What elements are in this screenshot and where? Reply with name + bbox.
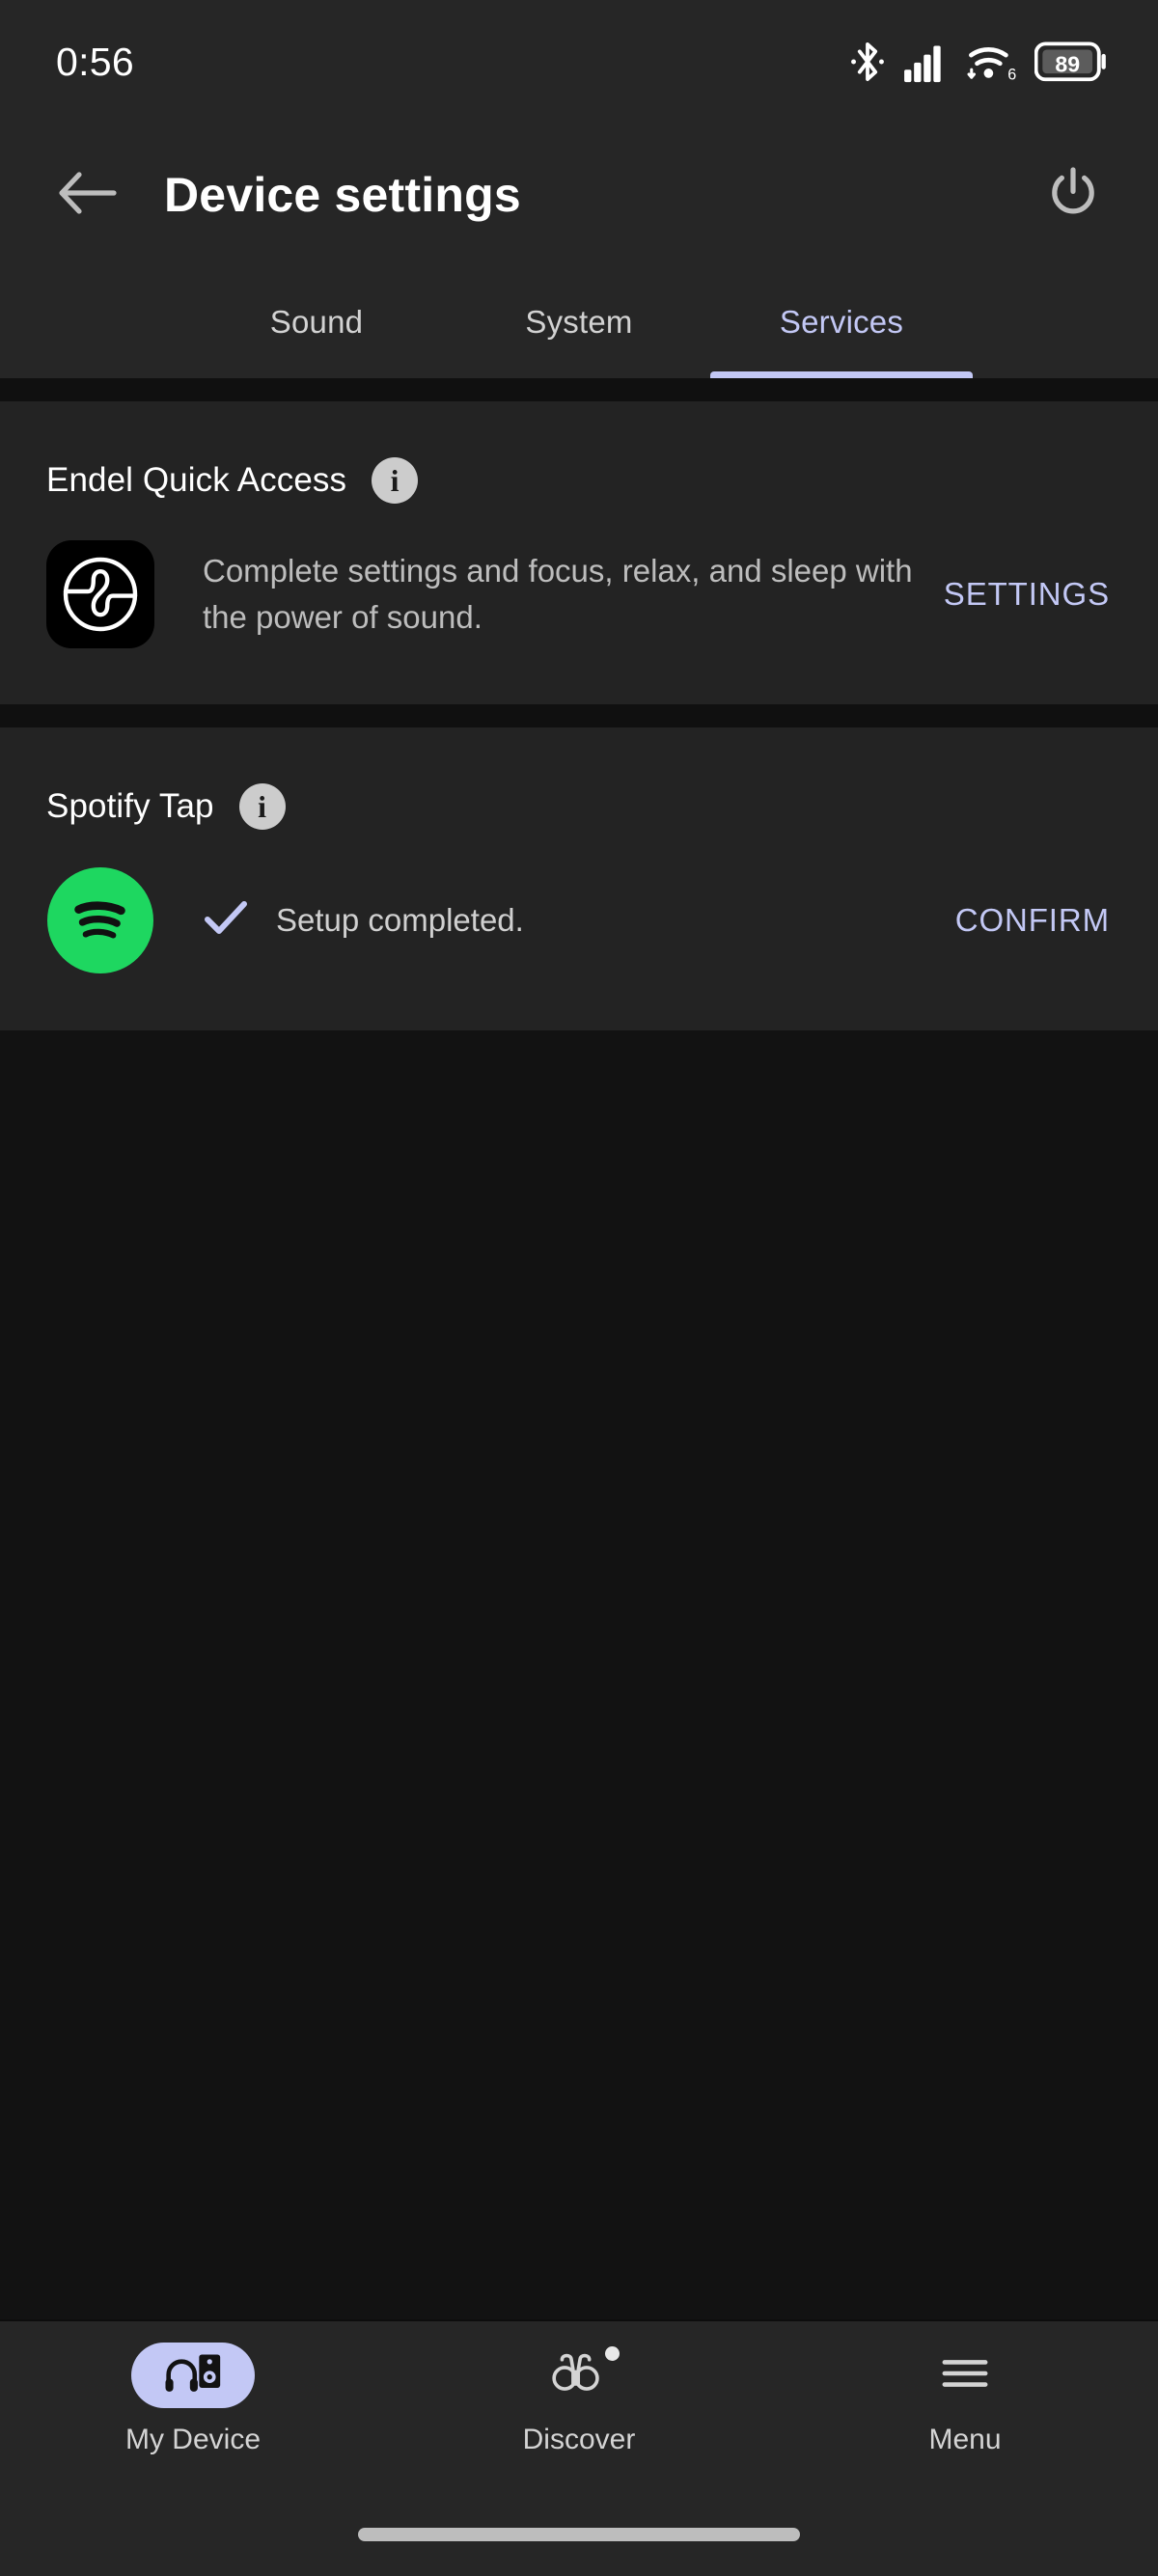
spotify-status-text: Setup completed.	[276, 902, 524, 938]
discover-badge-dot	[605, 2346, 620, 2361]
cellular-signal-icon	[903, 41, 950, 83]
battery-icon: 89	[1034, 41, 1108, 82]
endel-section-title: Endel Quick Access	[46, 461, 347, 499]
tab-bar: Sound System Services	[0, 266, 1158, 378]
section-divider-top	[0, 378, 1158, 401]
spotify-tap-card: Spotify Tap i Setup completed. CONFIRM	[0, 727, 1158, 1030]
section-divider-middle	[0, 704, 1158, 727]
gesture-navigation-bar	[0, 2522, 1158, 2576]
wifi-6-icon: 6	[966, 41, 1018, 83]
nav-discover-label: Discover	[522, 2424, 636, 2455]
endel-logo-icon	[46, 540, 154, 648]
info-icon-glyph: i	[390, 463, 400, 498]
check-icon	[203, 899, 249, 943]
arrow-left-icon	[58, 169, 118, 222]
nav-item-my-device[interactable]: My Device	[0, 2343, 386, 2456]
back-button[interactable]	[46, 153, 129, 236]
spotify-service-row: Setup completed. CONFIRM	[0, 830, 1158, 1030]
info-icon[interactable]: i	[372, 457, 419, 504]
headphones-speaker-icon	[164, 2352, 222, 2399]
binoculars-icon	[549, 2352, 609, 2399]
nav-my-device-label: My Device	[124, 2424, 262, 2455]
spotify-logo-icon	[46, 866, 154, 974]
page-title: Device settings	[164, 168, 521, 222]
endel-settings-button[interactable]: SETTINGS	[944, 576, 1112, 613]
bottom-navigation: My Device Discover Menu	[0, 2319, 1158, 2522]
info-icon[interactable]: i	[238, 783, 286, 830]
spotify-section-header: Spotify Tap i	[0, 727, 1158, 830]
tab-sound[interactable]: Sound	[185, 266, 448, 378]
endel-service-row: Complete settings and focus, relax, and …	[0, 504, 1158, 704]
nav-my-device-pill	[131, 2343, 255, 2408]
content-empty-area	[0, 1030, 1158, 2319]
phone-screen: 0:56 6 89 Device settings Sound System S…	[0, 0, 1158, 2576]
tab-services-label: Services	[779, 304, 904, 340]
nav-item-discover[interactable]: Discover	[386, 2343, 772, 2456]
endel-section-header: Endel Quick Access i	[0, 401, 1158, 504]
tab-services[interactable]: Services	[710, 266, 973, 378]
hamburger-menu-icon	[941, 2354, 989, 2398]
status-icon-group: 6 89	[848, 40, 1108, 84]
power-icon	[1044, 164, 1102, 227]
tab-sound-label: Sound	[269, 304, 364, 340]
spotify-confirm-button[interactable]: CONFIRM	[955, 902, 1112, 939]
app-bar: Device settings	[0, 123, 1158, 266]
status-bar: 0:56 6 89	[0, 0, 1158, 123]
battery-level-text: 89	[1055, 51, 1080, 76]
svg-text:6: 6	[1007, 67, 1016, 83]
endel-service-body: Complete settings and focus, relax, and …	[154, 548, 944, 641]
tab-system[interactable]: System	[448, 266, 710, 378]
gesture-handle[interactable]	[358, 2528, 800, 2541]
bluetooth-icon	[848, 40, 887, 84]
nav-menu-pill	[903, 2343, 1027, 2408]
nav-discover-pill	[517, 2343, 641, 2408]
tab-system-label: System	[525, 304, 633, 340]
endel-description: Complete settings and focus, relax, and …	[203, 553, 913, 635]
status-clock: 0:56	[56, 39, 134, 84]
spotify-service-body: Setup completed.	[154, 899, 955, 943]
spotify-section-title: Spotify Tap	[46, 787, 214, 825]
nav-menu-label: Menu	[928, 2424, 1002, 2455]
nav-item-menu[interactable]: Menu	[772, 2343, 1158, 2456]
spotify-status: Setup completed.	[203, 899, 524, 943]
endel-quick-access-card: Endel Quick Access i Complete settings a…	[0, 401, 1158, 704]
power-button[interactable]	[1033, 154, 1114, 235]
info-icon-glyph: i	[258, 789, 267, 824]
